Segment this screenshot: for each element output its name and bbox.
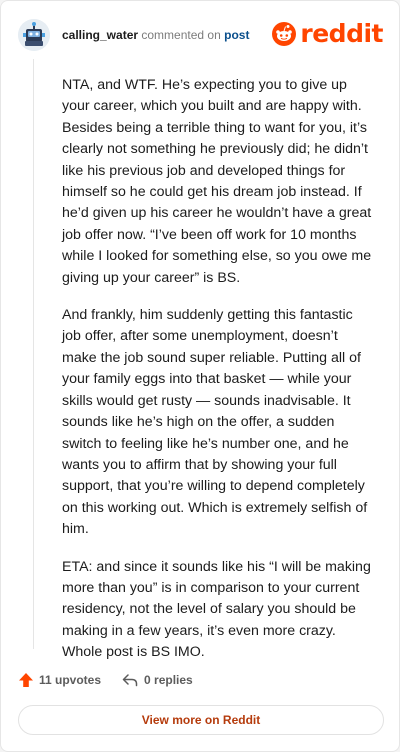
reddit-logo[interactable]: reddit	[272, 19, 383, 48]
thread-line	[33, 59, 34, 649]
reddit-snoo-icon	[272, 21, 297, 46]
comment-meta: calling_water commented on post	[62, 28, 249, 42]
replies-count: 0 replies	[144, 673, 193, 687]
comment-paragraph: NTA, and WTF. He’s expecting you to give…	[62, 77, 372, 286]
comment-header: calling_water commented on post reddit	[18, 17, 383, 53]
robot-avatar-icon	[18, 19, 50, 51]
user-avatar[interactable]	[18, 19, 50, 51]
comment-footer: 11 upvotes 0 replies	[18, 669, 193, 691]
comment-body: NTA, and WTF. He’s expecting you to give…	[62, 75, 374, 680]
action-text: commented on	[141, 28, 221, 42]
upvote-arrow-icon[interactable]	[18, 672, 34, 688]
upvote-control[interactable]: 11 upvotes	[18, 672, 101, 688]
upvote-count: 11 upvotes	[39, 673, 102, 687]
replies-control[interactable]: 0 replies	[122, 673, 193, 687]
reddit-wordmark: reddit	[300, 19, 383, 48]
comment-paragraph: ETA: and since it sounds like his “I wil…	[62, 558, 371, 661]
reply-arrow-icon	[122, 674, 138, 687]
view-more-button[interactable]: View more on Reddit	[18, 705, 384, 735]
post-link[interactable]: post	[224, 28, 249, 42]
comment-embed-card: calling_water commented on post reddit N…	[0, 0, 400, 752]
comment-paragraph: And frankly, him suddenly getting this f…	[62, 307, 368, 538]
username-link[interactable]: calling_water	[62, 28, 138, 42]
